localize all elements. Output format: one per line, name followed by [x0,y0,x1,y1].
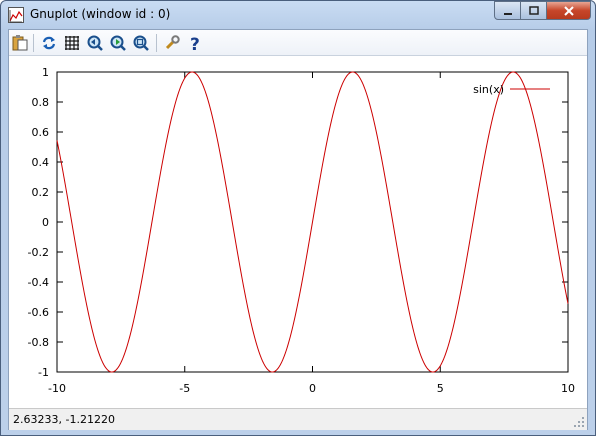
help-button[interactable]: ? [186,34,204,52]
resize-grip-icon[interactable] [573,416,585,428]
y-tick-label: -0.8 [28,336,49,349]
refresh-icon [42,36,56,50]
y-tick-label: 1 [42,66,49,79]
window-title: Gnuplot (window id : 0) [30,7,171,21]
gnuplot-window: Gnuplot (window id : 0) ? -1 -0.8 -0.6 -… [0,0,596,436]
minimize-button[interactable] [494,1,521,20]
x-tick-label: 10 [561,382,575,395]
maximize-icon [528,5,539,15]
zoom-next-icon [110,35,126,51]
sine-chart: -1 -0.8 -0.6 -0.4 -0.2 0 0.2 0.4 0.6 0.8 1 -10 -5 0 5 1… [28,66,575,395]
x-tick-label: -10 [48,382,66,395]
help-icon: ? [190,35,200,52]
plot-canvas[interactable]: -1 -0.8 -0.6 -0.4 -0.2 0 0.2 0.4 0.6 0.8 1 -10 -5 0 5 1… [9,57,587,407]
wrench-icon [165,35,180,50]
legend-label: sin(x) [473,83,504,96]
toolbar: ? [9,30,587,56]
zoom-previous-button[interactable] [86,34,104,52]
y-tick-label: 0.8 [32,96,50,109]
y-tick-label: -0.4 [28,276,49,289]
clipboard-icon [12,35,28,51]
toggle-grid-button[interactable] [63,34,81,52]
maximize-button[interactable] [521,1,547,20]
minimize-icon [503,12,512,15]
close-button[interactable] [547,1,591,20]
unzoom-button[interactable] [132,34,150,52]
options-button[interactable] [163,34,181,52]
mouse-coordinates: 2.63233, -1.21220 [13,413,115,426]
title-bar[interactable]: Gnuplot (window id : 0) [1,1,595,29]
client-area: ? -1 -0.8 -0.6 -0.4 -0.2 0 0.2 0.4 0.6 0.8 1 -10 -5 0… [8,29,588,430]
status-bar: 2.63233, -1.21220 [9,408,587,430]
x-tick-label: 0 [309,382,316,395]
gnuplot-app-icon [8,7,24,23]
series-line-sin [56,71,569,373]
x-tick-label: 5 [437,382,444,395]
y-tick-label: 0 [42,216,49,229]
grid-icon [65,36,79,50]
unzoom-icon [133,35,149,51]
replot-button[interactable] [40,34,58,52]
svg-text:?: ? [190,35,200,52]
y-tick-label: -1 [38,366,49,379]
y-tick-label: 0.6 [32,126,50,139]
close-icon [563,5,574,16]
y-tick-label: -0.2 [28,246,49,259]
x-tick-label: -5 [179,382,190,395]
y-tick-label: -0.6 [28,306,49,319]
y-tick-label: 0.4 [32,156,50,169]
y-tick-label: 0.2 [32,186,50,199]
copy-to-clipboard-button[interactable] [11,34,29,52]
zoom-previous-icon [87,35,103,51]
zoom-next-button[interactable] [109,34,127,52]
